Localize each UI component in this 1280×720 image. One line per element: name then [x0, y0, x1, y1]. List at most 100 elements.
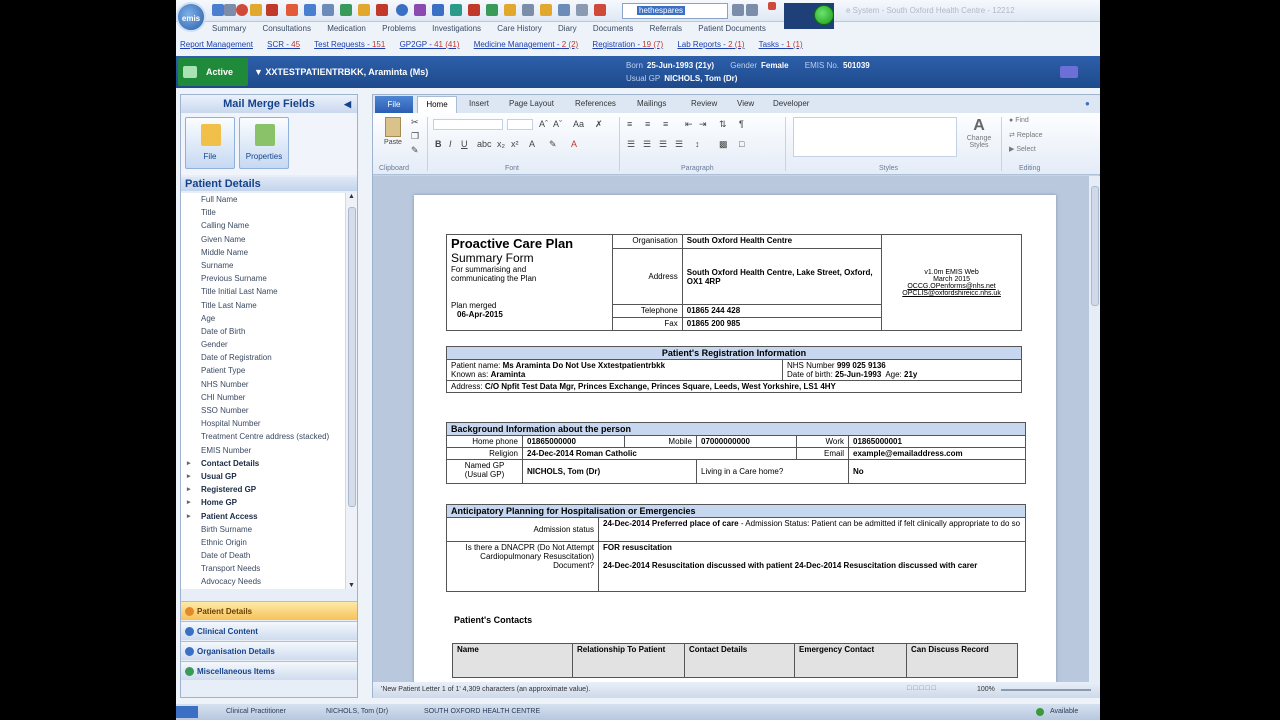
tab-home[interactable]: Home	[417, 96, 457, 113]
increase-indent-icon[interactable]: ⇥	[699, 119, 707, 130]
justify-icon[interactable]: ☰	[675, 139, 683, 150]
merge-field-group[interactable]: Home GP	[181, 496, 345, 509]
numbering-icon[interactable]: ≡	[645, 119, 650, 129]
merge-field-item[interactable]: Title Last Name	[181, 299, 345, 312]
merge-field-group[interactable]: Contact Details	[181, 457, 345, 470]
prescribe-icon[interactable]	[266, 4, 278, 16]
patient-name[interactable]: ▼ XXTESTPATIENTRBKK, Araminta (Ms)	[254, 67, 428, 77]
refresh-icon[interactable]	[236, 4, 248, 16]
paste-button[interactable]: Paste	[379, 117, 407, 159]
shrink-font-icon[interactable]: Aˇ	[553, 119, 562, 129]
close-icon[interactable]	[768, 2, 776, 10]
tab-diary[interactable]: Diary	[558, 24, 577, 33]
font-color-icon[interactable]: A	[571, 139, 577, 149]
tab-documents[interactable]: Documents	[593, 24, 633, 33]
zoom-slider[interactable]	[1001, 689, 1091, 691]
link-medicine-management[interactable]: Medicine Management - 2 (2)	[474, 40, 579, 49]
merge-field-group[interactable]: Usual GP	[181, 470, 345, 483]
scroll-up-icon[interactable]: ▲	[348, 193, 355, 200]
merge-field-item[interactable]: NHS Number	[181, 378, 345, 391]
merge-field-item[interactable]: Previous Surname	[181, 272, 345, 285]
tab-view[interactable]: View	[737, 99, 754, 108]
tab-medication[interactable]: Medication	[327, 24, 366, 33]
file-button[interactable]: File	[185, 117, 235, 169]
report-icon[interactable]	[376, 4, 388, 16]
change-case-icon[interactable]: Aa	[573, 119, 584, 129]
merge-field-item[interactable]: Hospital Number	[181, 417, 345, 430]
tab-investigations[interactable]: Investigations	[432, 24, 481, 33]
print-icon[interactable]	[224, 4, 236, 16]
link-lab-reports[interactable]: Lab Reports - 2 (1)	[677, 40, 744, 49]
highlight-icon[interactable]: ✎	[549, 139, 557, 150]
borders-icon[interactable]: □	[739, 139, 744, 149]
align-right-icon[interactable]: ☰	[659, 139, 667, 150]
tab-developer[interactable]: Developer	[773, 99, 809, 108]
availability-status[interactable]: Available	[1050, 708, 1078, 715]
document-scroll-thumb[interactable]	[1091, 186, 1099, 306]
merge-field-item[interactable]: EMIS Number	[181, 444, 345, 457]
link-tasks[interactable]: Tasks - 1 (1)	[759, 40, 803, 49]
merge-field-item[interactable]: Ethnic Origin	[181, 536, 345, 549]
font-size-dropdown[interactable]	[507, 119, 533, 130]
merge-field-item[interactable]: Middle Name	[181, 246, 345, 259]
home-icon[interactable]	[212, 4, 224, 16]
email-link-2[interactable]: OPCLIS@oxfordshireicc.nhs.uk	[886, 290, 1017, 297]
format-painter-icon[interactable]: ✎	[411, 145, 419, 156]
superscript-icon[interactable]: x²	[511, 139, 519, 149]
align-center-icon[interactable]: ☰	[643, 139, 651, 150]
mail-icon[interactable]	[594, 4, 606, 16]
settings-icon[interactable]	[576, 4, 588, 16]
section-organisation-details[interactable]: Organisation Details	[181, 641, 357, 660]
styles-gallery[interactable]	[793, 117, 957, 157]
letter-icon[interactable]	[286, 4, 298, 16]
find-button[interactable]: ● Find	[1009, 117, 1029, 124]
merge-field-group[interactable]: Patient Access	[181, 510, 345, 523]
tab-file[interactable]: File	[375, 96, 413, 113]
tab-insert[interactable]: Insert	[469, 99, 489, 108]
help-icon[interactable]: ●	[1085, 99, 1090, 108]
merge-field-item[interactable]: Calling Name	[181, 219, 345, 232]
replace-button[interactable]: ⇄ Replace	[1009, 131, 1043, 139]
merge-field-item[interactable]: Treatment Centre address (stacked)	[181, 430, 345, 443]
tab-consultations[interactable]: Consultations	[262, 24, 310, 33]
properties-button[interactable]: Properties	[239, 117, 289, 169]
link-registration[interactable]: Registration - 19 (7)	[592, 40, 663, 49]
sort-icon[interactable]: ⇅	[719, 119, 727, 130]
subscript-icon[interactable]: x₂	[497, 139, 505, 149]
merge-field-item[interactable]: Full Name	[181, 193, 345, 206]
section-miscellaneous-items[interactable]: Miscellaneous Items	[181, 661, 357, 680]
search-input[interactable]: hethespares	[622, 3, 728, 19]
grow-font-icon[interactable]: Aˆ	[539, 119, 548, 129]
merge-field-item[interactable]: Surname	[181, 259, 345, 272]
tab-summary[interactable]: Summary	[212, 24, 246, 33]
merge-field-item[interactable]: Date of Death	[181, 549, 345, 562]
section-patient-details[interactable]: Patient Details	[181, 601, 357, 620]
tab-references[interactable]: References	[575, 99, 616, 108]
task-icon[interactable]	[414, 4, 426, 16]
star-icon[interactable]	[540, 4, 552, 16]
phone-icon[interactable]	[522, 4, 534, 16]
patient-flag-icon[interactable]	[1060, 66, 1078, 78]
line-spacing-icon[interactable]: ↕	[695, 139, 700, 149]
view-mode-icons[interactable]: □ □ □ □ □	[907, 685, 936, 692]
link-scr[interactable]: SCR - 45	[267, 40, 300, 49]
message-icon[interactable]	[358, 4, 370, 16]
active-status-button[interactable]: Active	[178, 58, 248, 86]
merge-field-item[interactable]: Date of Birth	[181, 325, 345, 338]
merge-field-item[interactable]: Patient Type	[181, 364, 345, 377]
email-link-1[interactable]: OCCG.OPenforms@nhs.net	[886, 283, 1017, 290]
font-name-dropdown[interactable]	[433, 119, 503, 130]
bold-icon[interactable]: B	[435, 139, 442, 149]
edit-icon[interactable]	[250, 4, 262, 16]
book-icon[interactable]	[450, 4, 462, 16]
merge-field-item[interactable]: CHI Number	[181, 391, 345, 404]
merge-field-item[interactable]: Transport Needs	[181, 562, 345, 575]
tab-patient-documents[interactable]: Patient Documents	[698, 24, 766, 33]
online-status-icon[interactable]	[814, 5, 834, 25]
scroll-thumb[interactable]	[348, 207, 356, 507]
align-left-icon[interactable]: ☰	[627, 139, 635, 150]
italic-icon[interactable]: I	[449, 139, 452, 149]
user-icon[interactable]	[558, 4, 570, 16]
shading-icon[interactable]: ▩	[719, 139, 728, 150]
merge-field-item[interactable]: Title	[181, 206, 345, 219]
